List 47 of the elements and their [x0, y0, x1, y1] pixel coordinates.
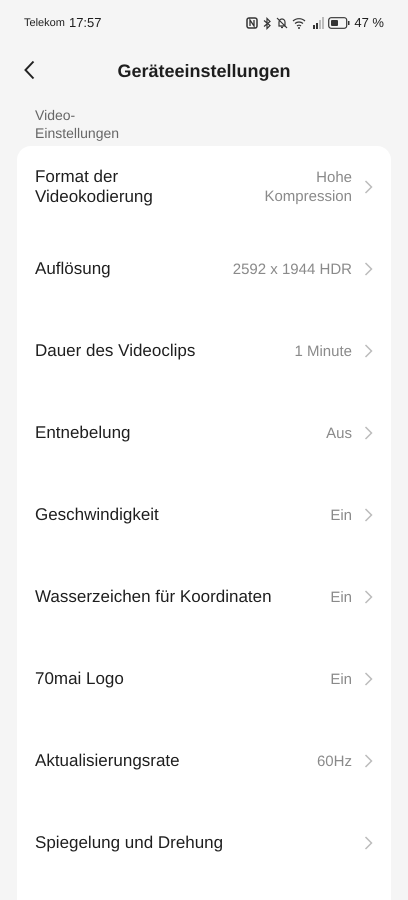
nfc-icon [246, 17, 258, 29]
setting-label: Geschwindigkeit [35, 505, 159, 526]
chevron-right-icon [364, 262, 373, 276]
battery-percentage: 47 % [354, 14, 384, 32]
chevron-right-icon [364, 344, 373, 358]
setting-value: Hohe Kompression [263, 168, 352, 207]
battery-icon [328, 17, 350, 29]
signal-icon [310, 17, 324, 29]
chevron-right-icon [364, 508, 373, 522]
settings-row[interactable]: Dauer des Videoclips 1 Minute [35, 310, 373, 392]
setting-label: Entnebelung [35, 423, 130, 444]
setting-label: Wasserzeichen für Koordinaten [35, 587, 272, 608]
chevron-left-icon [24, 60, 35, 80]
chevron-right-icon [364, 590, 373, 604]
bluetooth-icon [262, 16, 272, 30]
settings-row[interactable]: Aktualisierungsrate 60Hz [35, 720, 373, 802]
setting-value: Ein [330, 588, 352, 608]
page-title: Geräteeinstellungen [117, 60, 291, 83]
setting-value: Aus [326, 424, 352, 444]
chevron-right-icon [364, 672, 373, 686]
chevron-right-icon [364, 180, 373, 194]
setting-label: 70mai Logo [35, 669, 124, 690]
setting-value: 1 Minute [294, 342, 352, 362]
setting-value: 60Hz [316, 752, 352, 772]
setting-label: Dauer des Videoclips [35, 341, 196, 362]
setting-value: Ein [330, 670, 352, 690]
wifi-icon [292, 17, 306, 29]
setting-label: Spiegelung und Drehung [35, 833, 224, 854]
muted-bell-icon [276, 17, 288, 29]
carrier-name: Telekom [24, 16, 65, 31]
chevron-right-icon [364, 426, 373, 440]
settings-row[interactable]: Auflösung 2592 x 1944 HDR [35, 228, 373, 310]
settings-row[interactable]: Entnebelung Aus [35, 392, 373, 474]
settings-row[interactable]: Wasserzeichen für Koordinaten Ein [35, 556, 373, 638]
settings-row[interactable]: 70mai Logo Ein [35, 638, 373, 720]
setting-value: 2592 x 1944 HDR [232, 260, 352, 280]
chevron-right-icon [364, 754, 373, 768]
setting-label: Aktualisierungsrate [35, 751, 180, 772]
settings-row[interactable]: Geschwindigkeit Ein [35, 474, 373, 556]
clock-time: 17:57 [68, 14, 102, 32]
settings-row[interactable]: Format der Videokodierung Hohe Kompression [35, 146, 373, 228]
setting-label: Auflösung [35, 259, 111, 280]
setting-value: Ein [330, 506, 352, 526]
section-heading: Video- Einstellungen [34, 106, 120, 142]
settings-row[interactable]: Spiegelung und Drehung [35, 802, 373, 884]
chevron-right-icon [364, 836, 373, 850]
setting-label: Format der Videokodierung [35, 166, 154, 208]
